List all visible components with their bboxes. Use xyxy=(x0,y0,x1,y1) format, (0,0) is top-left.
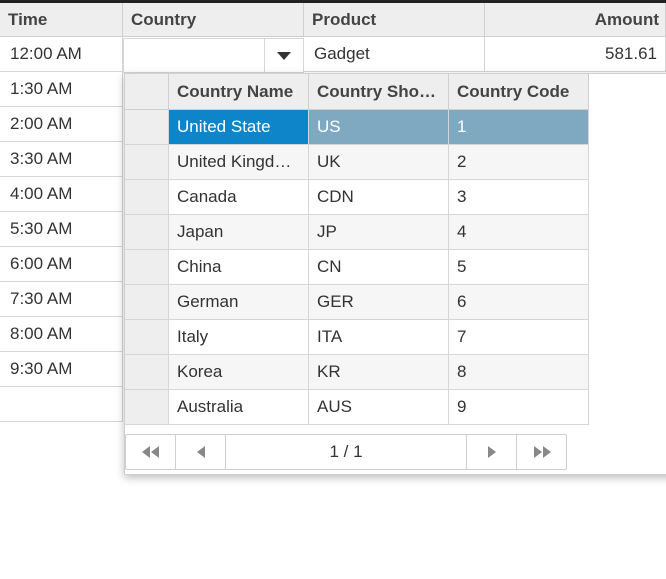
header-country-short[interactable]: Country Sho… xyxy=(309,74,449,110)
cell-time[interactable]: 2:00 AM xyxy=(0,107,123,142)
cell-time[interactable]: 12:00 AM xyxy=(0,37,123,72)
country-code-cell[interactable]: 6 xyxy=(449,285,589,320)
country-name-cell[interactable]: Australia xyxy=(169,390,309,425)
country-short-cell[interactable]: CDN xyxy=(309,180,449,215)
row-header[interactable] xyxy=(125,320,169,355)
row-header[interactable] xyxy=(125,145,169,180)
country-code-cell[interactable]: 8 xyxy=(449,355,589,390)
country-code-cell[interactable]: 9 xyxy=(449,390,589,425)
cell-amount[interactable]: 581.61 xyxy=(485,37,666,72)
country-name-cell[interactable]: Japan xyxy=(169,215,309,250)
cell-time[interactable]: 4:00 AM xyxy=(0,177,123,212)
cell-product[interactable]: Gadget xyxy=(304,37,485,72)
country-name-cell[interactable]: United Kingd… xyxy=(169,145,309,180)
header-country-code[interactable]: Country Code xyxy=(449,74,589,110)
country-code-cell[interactable]: 4 xyxy=(449,215,589,250)
cell-time[interactable]: 3:30 AM xyxy=(0,142,123,177)
country-name-cell[interactable]: United State xyxy=(169,110,309,145)
header-time[interactable]: Time xyxy=(0,3,123,37)
row-header[interactable] xyxy=(125,110,169,145)
row-header[interactable] xyxy=(125,390,169,425)
header-amount[interactable]: Amount xyxy=(485,3,666,37)
row-header[interactable] xyxy=(125,250,169,285)
pager: 1 / 1 xyxy=(125,434,567,470)
prev-page-icon xyxy=(196,446,205,458)
country-name-cell[interactable]: Italy xyxy=(169,320,309,355)
country-code-cell[interactable]: 7 xyxy=(449,320,589,355)
next-page-button[interactable] xyxy=(466,435,516,469)
dropdown-button[interactable] xyxy=(264,39,303,72)
country-code-cell[interactable]: 2 xyxy=(449,145,589,180)
cell-time[interactable]: 9:30 AM xyxy=(0,352,123,387)
country-name-cell[interactable]: China xyxy=(169,250,309,285)
cell-time[interactable]: 6:00 AM xyxy=(0,247,123,282)
country-short-cell[interactable]: GER xyxy=(309,285,449,320)
cell-time[interactable]: 5:30 AM xyxy=(0,212,123,247)
row-header-corner xyxy=(125,74,169,110)
country-short-cell[interactable]: AUS xyxy=(309,390,449,425)
empty-new-row[interactable] xyxy=(0,387,123,422)
last-page-icon xyxy=(533,446,551,458)
country-short-cell[interactable]: CN xyxy=(309,250,449,285)
country-dropdown-popup: Country Name Country Sho… Country Code U… xyxy=(124,73,666,475)
country-code-cell[interactable]: 3 xyxy=(449,180,589,215)
country-short-cell[interactable]: UK xyxy=(309,145,449,180)
row-header[interactable] xyxy=(125,180,169,215)
country-combobox[interactable] xyxy=(123,38,304,73)
chevron-down-icon xyxy=(277,51,291,60)
header-country-name[interactable]: Country Name xyxy=(169,74,309,110)
cell-time[interactable]: 7:30 AM xyxy=(0,282,123,317)
row-header[interactable] xyxy=(125,285,169,320)
country-short-cell[interactable]: US xyxy=(309,110,449,145)
first-page-icon xyxy=(141,446,159,458)
row-header[interactable] xyxy=(125,215,169,250)
first-page-button[interactable] xyxy=(126,435,176,469)
page-info: 1 / 1 xyxy=(329,442,363,461)
next-page-icon xyxy=(487,446,496,458)
country-code-cell[interactable]: 5 xyxy=(449,250,589,285)
cell-time[interactable]: 8:00 AM xyxy=(0,317,123,352)
country-short-cell[interactable]: JP xyxy=(309,215,449,250)
country-short-cell[interactable]: KR xyxy=(309,355,449,390)
country-name-cell[interactable]: Korea xyxy=(169,355,309,390)
header-country[interactable]: Country xyxy=(123,3,304,37)
country-code-cell[interactable]: 1 xyxy=(449,110,589,145)
last-page-button[interactable] xyxy=(516,435,566,469)
country-short-cell[interactable]: ITA xyxy=(309,320,449,355)
prev-page-button[interactable] xyxy=(176,435,226,469)
header-product[interactable]: Product xyxy=(304,3,485,37)
cell-time[interactable]: 1:30 AM xyxy=(0,72,123,107)
row-header[interactable] xyxy=(125,355,169,390)
country-name-cell[interactable]: German xyxy=(169,285,309,320)
country-name-cell[interactable]: Canada xyxy=(169,180,309,215)
